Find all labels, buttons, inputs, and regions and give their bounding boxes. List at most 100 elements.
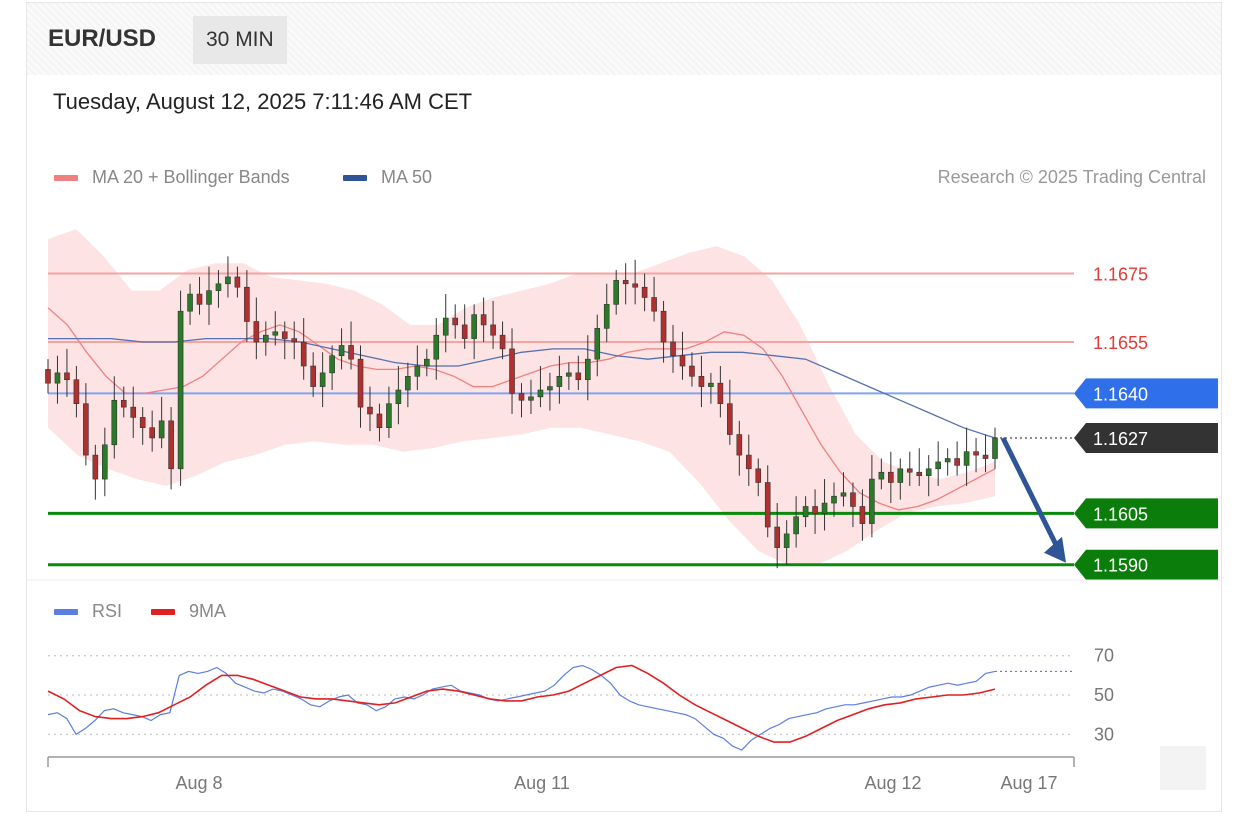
candle-body (831, 495, 837, 504)
candle-body (253, 321, 260, 343)
candle-body (736, 434, 743, 456)
candle-body (584, 358, 591, 381)
candle-body (120, 399, 127, 408)
candle-body (764, 482, 771, 528)
candle-body (386, 403, 392, 428)
candle-body (802, 506, 809, 518)
forecast-arrow (1000, 436, 1063, 554)
candle-body (935, 461, 941, 470)
candle-body (878, 471, 885, 480)
candle-body (906, 468, 913, 473)
candle-body (206, 290, 212, 305)
candle-body (471, 314, 477, 339)
candle-body (850, 492, 856, 507)
candle-body (423, 358, 430, 367)
candle-body (783, 533, 790, 548)
candle-body (291, 338, 298, 343)
candle-body (821, 502, 828, 514)
candle-body (897, 468, 904, 483)
candle-body (319, 372, 326, 387)
candle-body (859, 506, 866, 524)
rsi-tick-label: 70 (1094, 646, 1114, 666)
candle-body (509, 348, 515, 394)
candle-body (45, 369, 51, 384)
candle-body (480, 314, 487, 326)
x-tick-label: Aug 11 (514, 773, 570, 793)
candle-body (717, 382, 724, 405)
candle-body (651, 297, 657, 312)
rsi-tick-label: 30 (1094, 724, 1114, 744)
x-tick-label: Aug 8 (175, 773, 222, 793)
candle-body (641, 286, 648, 298)
candle-body (670, 341, 676, 357)
price-label-1.1640: 1.1640 (1093, 384, 1148, 404)
price-label-1.1675: 1.1675 (1093, 265, 1148, 285)
candle-body (64, 372, 70, 381)
candle-body (310, 365, 316, 387)
candle-body (158, 420, 165, 439)
candle-body (54, 372, 61, 384)
candle-body (111, 399, 118, 446)
candle-body (774, 526, 780, 548)
candle-body (916, 471, 923, 476)
candle-body (594, 328, 601, 360)
candle-body (632, 283, 638, 288)
candle-body (196, 293, 203, 305)
price-label-1.1655: 1.1655 (1093, 333, 1148, 353)
candle-body (490, 324, 496, 336)
candle-body (528, 396, 534, 401)
candle-body (575, 372, 582, 381)
candle-body (348, 345, 354, 360)
candle-body (518, 393, 525, 401)
candle-body (149, 427, 155, 439)
candle-body (187, 293, 193, 312)
candle-body (840, 492, 847, 497)
candle-body (461, 324, 468, 339)
candle-body (300, 341, 307, 367)
candle-body (603, 304, 610, 329)
candle-body (566, 372, 572, 377)
candle-body (177, 310, 184, 470)
candle-body (405, 375, 411, 391)
candle-body (357, 358, 364, 408)
candle-body (689, 365, 695, 377)
candle-body (944, 458, 951, 463)
candle-body (73, 379, 80, 405)
candle-body (281, 331, 288, 339)
candle-body (92, 454, 99, 480)
candle-body (622, 280, 629, 285)
candle-body (982, 454, 989, 459)
candle-body (869, 478, 875, 524)
price-label-1.1590: 1.1590 (1093, 556, 1148, 576)
candle-body (244, 286, 250, 322)
candle-body (547, 386, 553, 391)
candle-body (537, 389, 544, 398)
candle-body (613, 280, 620, 305)
candle-body (168, 420, 174, 470)
candle-body (679, 355, 686, 367)
candle-body (414, 365, 421, 377)
candle-body (102, 444, 108, 480)
candle-body (329, 355, 335, 374)
x-tick-label: Aug 17 (1000, 773, 1057, 793)
price-chart: 1.1675 1.1655 1.1640 1.1627 1.1605 1.1590 70 50… (27, 229, 1221, 793)
candle-body (708, 382, 714, 387)
candle-body (338, 345, 345, 357)
corner-widget (1160, 746, 1206, 790)
candle-body (225, 276, 231, 285)
rsi-line-RSI (47, 664, 996, 751)
candle-body (888, 471, 894, 483)
candle-body (272, 331, 279, 336)
candle-body (925, 468, 932, 476)
candle-body (556, 375, 563, 387)
candle-body (215, 283, 222, 291)
candle-body (793, 516, 799, 535)
candle-body (442, 317, 449, 336)
candle-body (954, 458, 960, 466)
candle-body (963, 451, 970, 466)
candle-body (452, 317, 459, 326)
candle-body (727, 403, 733, 435)
price-label-1.1605: 1.1605 (1093, 504, 1148, 524)
candle-body (755, 468, 762, 483)
candle-body (812, 506, 818, 514)
